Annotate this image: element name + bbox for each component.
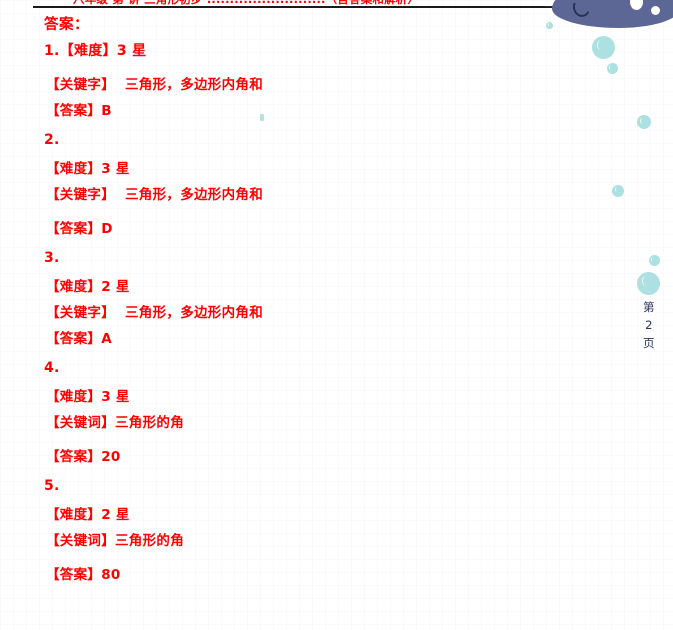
bubble-icon-3 [607,63,618,74]
question-2-difficulty-line: 【难度】3 星 [46,161,130,177]
question-4-keyword-line: 【关键词】三角形的角 [46,415,184,431]
question-number-4: 4. [44,360,60,376]
whale-fin-icon [651,6,660,15]
question-block-4: 4. 【难度】3 星 【关键词】三角形的角 【答案】20 [0,352,560,470]
header-divider-rule [33,6,599,8]
bubble-icon-7 [637,272,660,295]
answers-body: 答案： 1.【难度】3 星 【关键字】 三角形，多边形内角和 【答案】B 2. … [0,12,560,588]
page-number-suffix: 页 [643,336,655,350]
question-4-difficulty-line: 【难度】3 星 [46,389,130,405]
bubble-icon-4 [637,115,651,129]
question-3-difficulty-line: 【难度】2 星 [46,279,130,295]
question-3-answer-line: 【答案】A [46,331,112,347]
question-block-3: 3. 【难度】2 星 【关键字】 三角形，多边形内角和 【答案】A [0,242,560,352]
question-5-keyword-line: 【关键词】三角形的角 [46,533,184,549]
question-number-3: 3. [44,250,60,266]
question-number-2: 2. [44,132,60,148]
bubble-icon-5 [612,185,624,197]
question-1-answer-line: 【答案】B [46,103,112,119]
bubble-icon-6 [649,255,660,266]
question-number-5: 5. [44,478,60,494]
question-5-difficulty-line: 【难度】2 星 [46,507,130,523]
question-block-1: 1.【难度】3 星 【关键字】 三角形，多边形内角和 【答案】B [0,38,560,124]
question-2-keyword-line: 【关键字】 三角形，多边形内角和 [46,187,263,203]
question-3-keyword-line: 【关键字】 三角形，多边形内角和 [46,305,263,321]
question-5-answer-line: 【答案】80 [46,567,121,583]
question-block-2: 2. 【难度】3 星 【关键字】 三角形，多边形内角和 【答案】D [0,124,560,242]
page-number: 第 2 页 [637,298,661,352]
bubble-icon-2 [592,36,615,59]
page-number-prefix: 第 [643,300,655,314]
question-1-keyword-line: 【关键字】 三角形，多边形内角和 [46,77,263,93]
scan-artifact-speck [260,114,264,121]
answers-title: 答案： [44,17,89,33]
bubble-icon-1 [546,22,553,29]
document-page: 八年级 第 讲 三角形初步 ..........................… [0,0,673,630]
question-block-5: 5. 【难度】2 星 【关键词】三角形的角 【答案】80 [0,470,560,588]
question-4-answer-line: 【答案】20 [46,449,121,465]
page-number-value: 2 [645,318,653,332]
question-number-1: 1.【难度】3 星 [44,43,147,59]
question-2-answer-line: 【答案】D [46,221,113,237]
